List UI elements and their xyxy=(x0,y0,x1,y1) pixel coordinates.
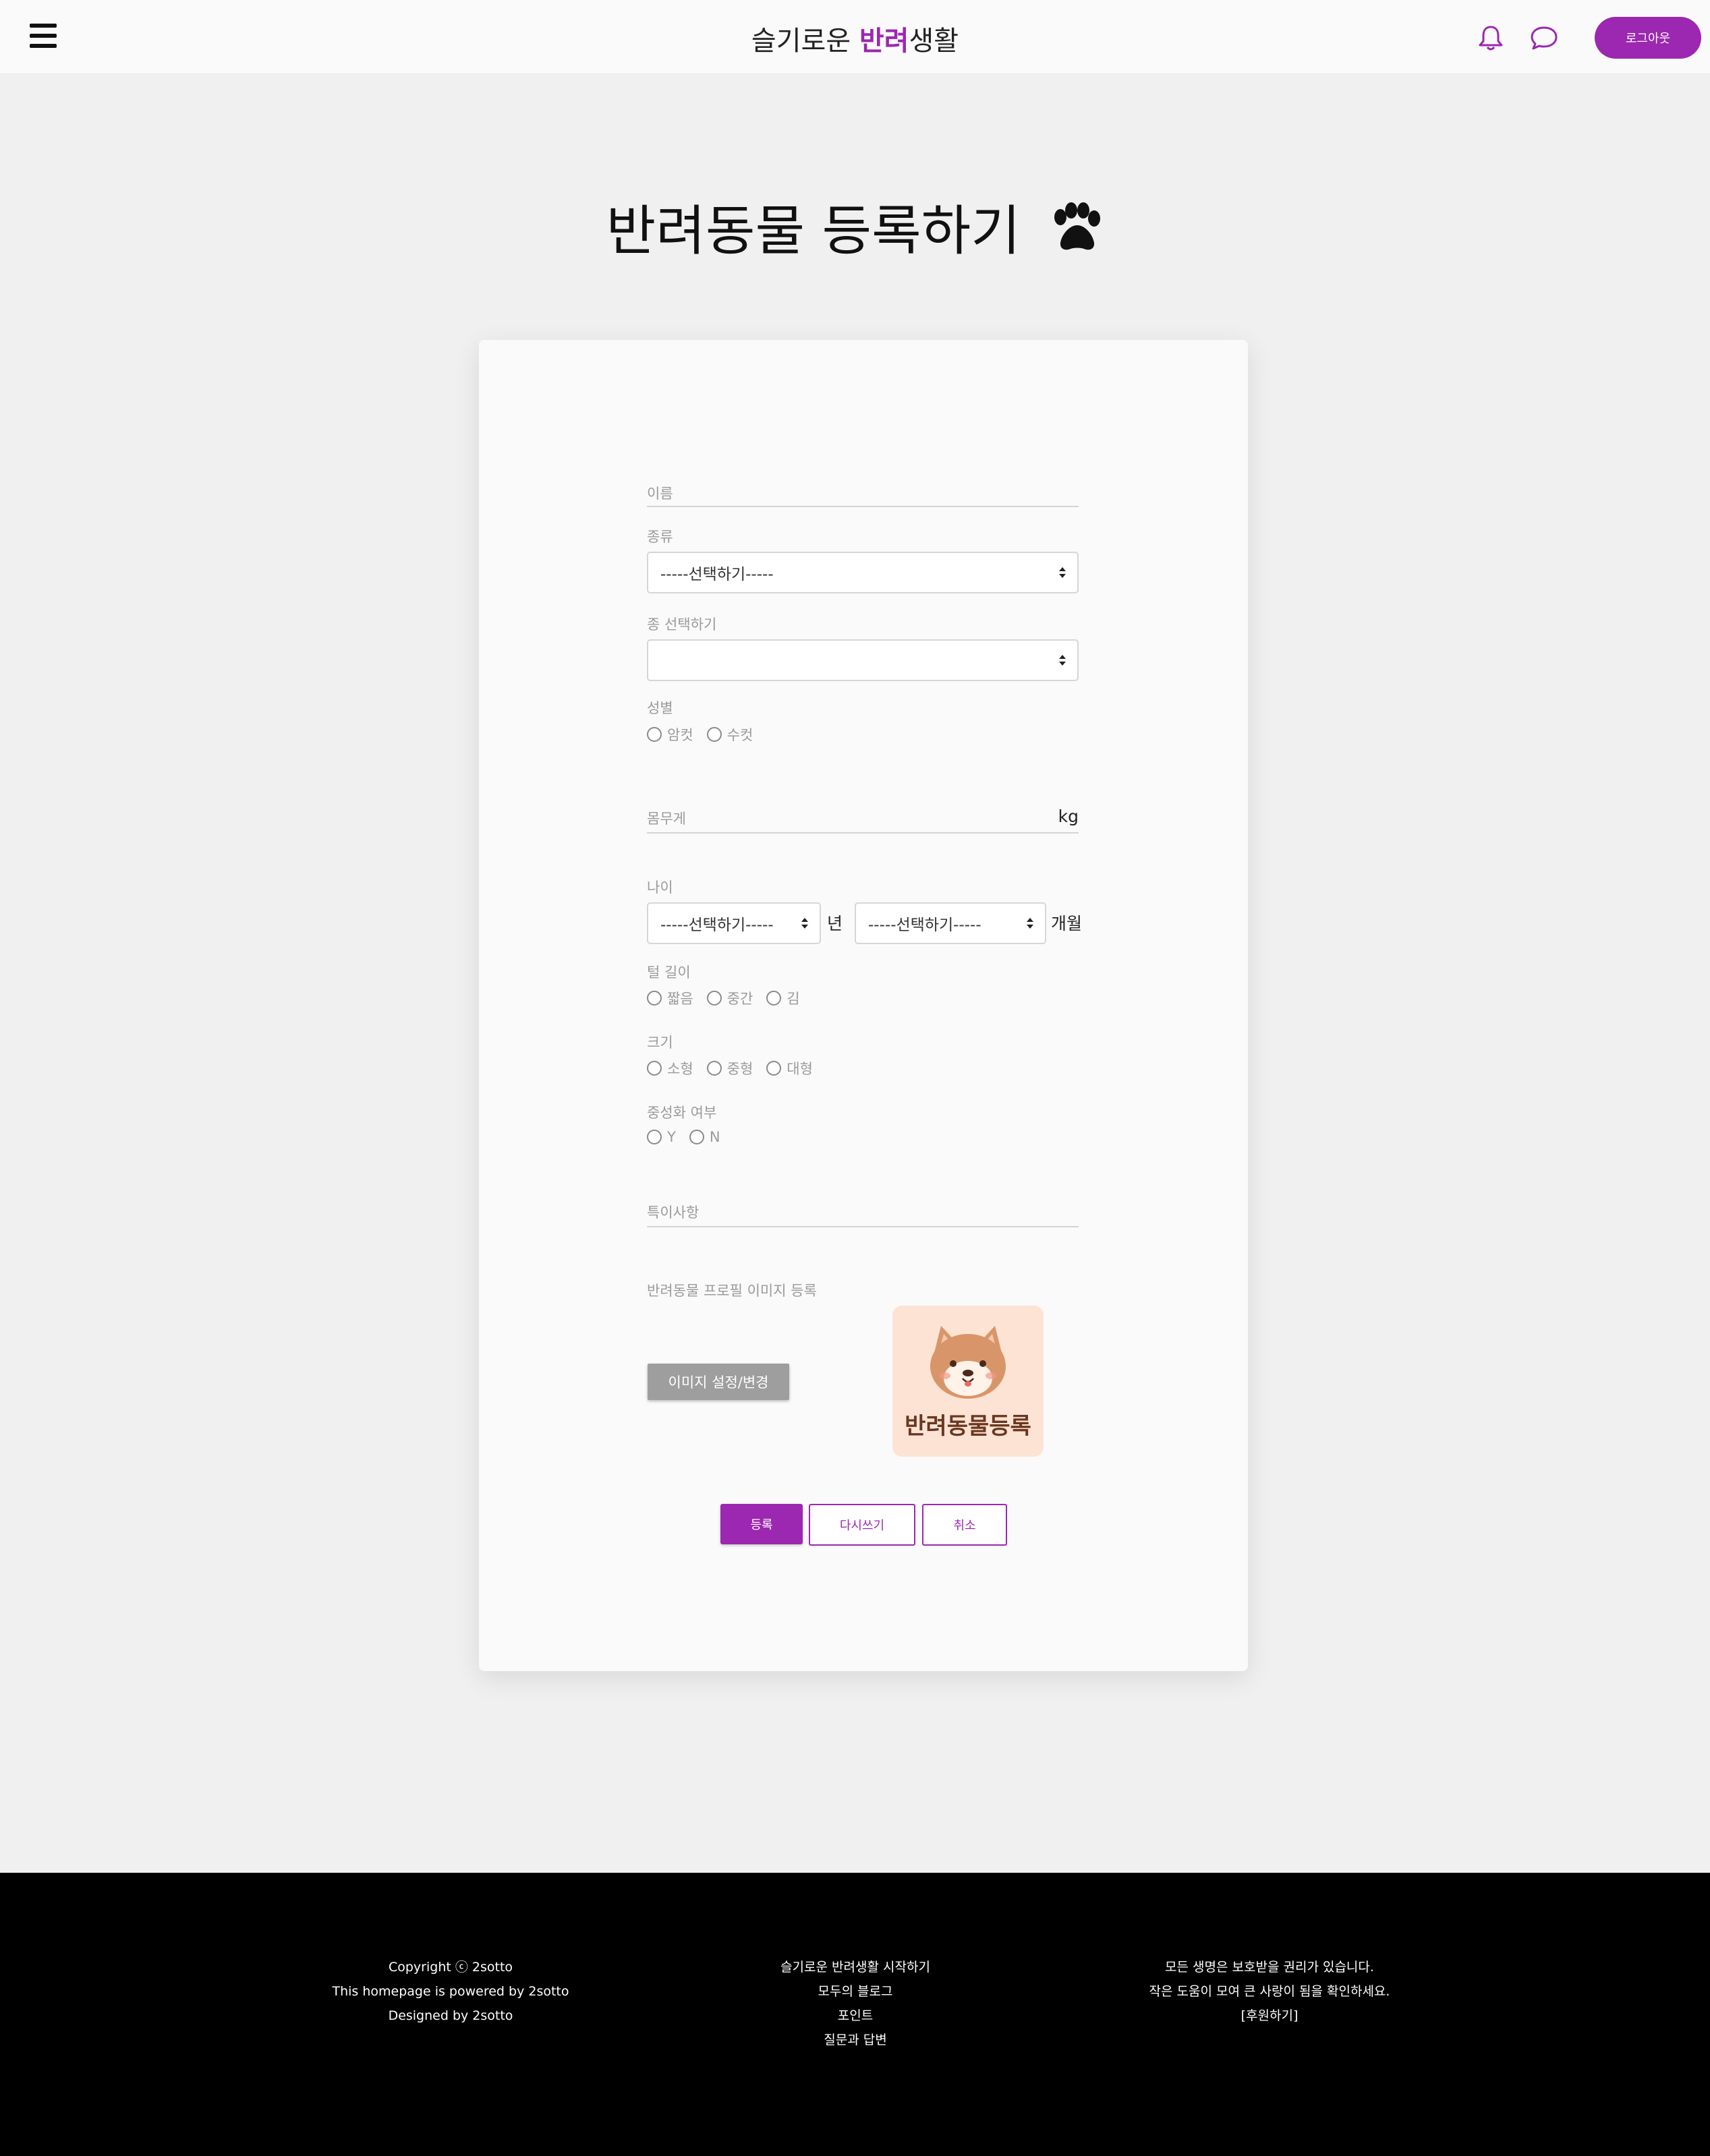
age-year-selected-value: -----선택하기----- xyxy=(660,916,774,934)
radio-label: 수컷 xyxy=(726,727,753,743)
footer-text: Designed by 2sotto xyxy=(388,2008,513,2023)
weight-input[interactable]: 몸무게 kg xyxy=(647,804,1079,834)
brand-prefix: 슬기로운 xyxy=(751,26,859,57)
breed-label: 종 선택하기 xyxy=(647,616,717,633)
select-arrows-icon xyxy=(1059,655,1066,666)
bell-icon[interactable] xyxy=(1476,23,1506,53)
size-label: 크기 xyxy=(647,1035,673,1051)
radio-label: Y xyxy=(667,1129,676,1145)
preview-caption: 반려동물등록 xyxy=(905,1413,1031,1440)
weight-unit: kg xyxy=(1058,807,1079,826)
radio-button[interactable] xyxy=(766,991,782,1006)
neuter-option-no[interactable]: N xyxy=(689,1129,720,1145)
footer-link-points[interactable]: 포인트 xyxy=(720,2004,990,2028)
site-footer: Copyright ⓒ 2sotto This homepage is powe… xyxy=(0,1873,1710,2156)
neuter-radio-group: Y N xyxy=(647,1129,734,1145)
brand-accent: 반려 xyxy=(859,26,909,57)
paw-icon xyxy=(1054,202,1101,250)
radio-button[interactable] xyxy=(766,1061,782,1076)
name-placeholder: 이름 xyxy=(647,486,673,502)
footer-link-start[interactable]: 슬기로운 반려생활 시작하기 xyxy=(720,1955,990,1979)
radio-label: 김 xyxy=(787,991,800,1007)
footer-donation-column: 모든 생명은 보호받을 권리가 있습니다. 작은 도움이 모여 큰 사랑이 됨을… xyxy=(1101,1955,1438,2028)
breed-select[interactable] xyxy=(647,639,1079,681)
neuter-label: 중성화 여부 xyxy=(647,1105,717,1121)
footer-link-qna[interactable]: 질문과 답변 xyxy=(720,2028,990,2052)
select-arrows-icon xyxy=(1027,918,1033,929)
cancel-button[interactable]: 취소 xyxy=(922,1504,1007,1546)
submit-button[interactable]: 등록 xyxy=(720,1504,803,1544)
pet-registration-form: 이름 종류 -----선택하기----- 종 선택하기 성별 암컷 수컷 몸무게… xyxy=(479,340,1248,1671)
footer-text: This homepage is powered by 2sotto xyxy=(332,1984,569,1999)
gender-radio-group: 암컷 수컷 xyxy=(647,724,766,745)
radio-button[interactable] xyxy=(706,1061,722,1076)
age-month-select[interactable]: -----선택하기----- xyxy=(855,902,1046,944)
logout-button[interactable]: 로그아웃 xyxy=(1595,17,1701,59)
image-change-button[interactable]: 이미지 설정/변경 xyxy=(648,1364,789,1400)
page-title-text: 반려동물 등록하기 xyxy=(606,200,1021,262)
reset-button[interactable]: 다시쓰기 xyxy=(809,1504,915,1546)
neuter-option-yes[interactable]: Y xyxy=(647,1129,676,1145)
radio-label: 소형 xyxy=(667,1061,693,1077)
radio-button[interactable] xyxy=(706,991,722,1006)
radio-button[interactable] xyxy=(647,1061,662,1076)
gender-option-female[interactable]: 암컷 xyxy=(647,724,693,745)
profile-image-label: 반려동물 프로필 이미지 등록 xyxy=(647,1283,817,1299)
radio-button[interactable] xyxy=(647,991,662,1006)
gender-label: 성별 xyxy=(647,700,673,716)
select-arrows-icon xyxy=(801,918,808,929)
select-arrows-icon xyxy=(1059,567,1066,578)
gender-option-male[interactable]: 수컷 xyxy=(706,724,753,745)
notes-input[interactable]: 특이사항 xyxy=(647,1198,1079,1227)
footer-text: Copyright ⓒ 2sotto xyxy=(388,1960,513,1975)
site-logo[interactable]: 슬기로운 반려생활 xyxy=(0,19,1710,58)
dog-illustration: 반려동물등록 xyxy=(905,1326,1031,1440)
radio-label: 중간 xyxy=(726,991,753,1007)
age-label: 나이 xyxy=(647,879,673,896)
radio-label: N xyxy=(709,1129,720,1145)
footer-links-column: 슬기로운 반려생활 시작하기 모두의 블로그 포인트 질문과 답변 xyxy=(720,1955,990,2052)
donate-link[interactable]: [후원하기] xyxy=(1101,2004,1438,2028)
footer-text: 모든 생명은 보호받을 권리가 있습니다. xyxy=(1165,1960,1374,1975)
footer-text: 작은 도움이 모여 큰 사랑이 됨을 확인하세요. xyxy=(1149,1984,1390,1999)
kind-select[interactable]: -----선택하기----- xyxy=(647,552,1079,593)
age-year-unit: 년 xyxy=(827,914,843,933)
radio-label: 중형 xyxy=(726,1061,753,1077)
age-year-select[interactable]: -----선택하기----- xyxy=(647,902,821,944)
page-title: 반려동물 등록하기 xyxy=(0,187,1710,266)
notes-placeholder: 특이사항 xyxy=(647,1204,700,1221)
fur-length-radio-group: 짧음 중간 김 xyxy=(647,988,814,1008)
radio-button[interactable] xyxy=(647,1130,662,1144)
top-navbar: 슬기로운 반려생활 로그아웃 xyxy=(0,0,1710,74)
size-option-small[interactable]: 소형 xyxy=(647,1058,693,1078)
fur-option-medium[interactable]: 중간 xyxy=(706,988,753,1008)
radio-button[interactable] xyxy=(706,727,722,742)
kind-label: 종류 xyxy=(647,529,673,545)
radio-label: 대형 xyxy=(787,1061,813,1077)
radio-label: 짧음 xyxy=(667,991,693,1007)
size-option-large[interactable]: 대형 xyxy=(766,1058,813,1078)
age-month-selected-value: -----선택하기----- xyxy=(868,916,981,934)
radio-button[interactable] xyxy=(689,1130,704,1144)
size-radio-group: 소형 중형 대형 xyxy=(647,1058,826,1078)
footer-copyright-column: Copyright ⓒ 2sotto This homepage is powe… xyxy=(316,1955,586,2028)
weight-placeholder: 몸무게 xyxy=(647,811,686,827)
brand-suffix: 생활 xyxy=(909,26,959,57)
age-month-unit: 개월 xyxy=(1051,914,1083,933)
size-option-medium[interactable]: 중형 xyxy=(706,1058,753,1078)
chat-bubble-icon[interactable] xyxy=(1529,24,1560,51)
kind-selected-value: -----선택하기----- xyxy=(660,566,774,583)
footer-link-blog[interactable]: 모두의 블로그 xyxy=(720,1979,990,2004)
pet-profile-image[interactable]: 반려동물등록 xyxy=(892,1306,1044,1457)
fur-option-short[interactable]: 짧음 xyxy=(647,988,693,1008)
radio-button[interactable] xyxy=(647,727,662,742)
name-input[interactable]: 이름 xyxy=(647,479,1079,507)
radio-label: 암컷 xyxy=(667,727,693,743)
fur-length-label: 털 길이 xyxy=(647,964,691,981)
fur-option-long[interactable]: 김 xyxy=(766,988,800,1008)
